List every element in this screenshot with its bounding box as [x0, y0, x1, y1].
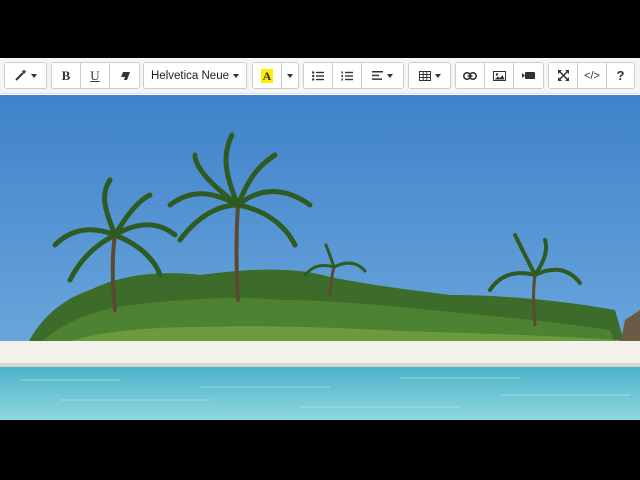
- chevron-down-icon: [232, 73, 239, 78]
- help-button[interactable]: ?: [607, 63, 634, 88]
- magic-wand-icon: [14, 69, 27, 82]
- insert-group: [455, 62, 544, 89]
- picture-icon: [492, 70, 506, 81]
- clear-format-button[interactable]: [110, 63, 139, 88]
- font-style-group: B U: [51, 62, 140, 89]
- fullscreen-button[interactable]: [549, 63, 578, 88]
- underline-label: U: [90, 67, 100, 83]
- ordered-list-button[interactable]: [333, 63, 362, 88]
- editor-toolbar: B U Helvetica Neue A </> ?: [0, 58, 640, 94]
- chevron-down-icon: [387, 73, 393, 78]
- rich-text-editor: B U Helvetica Neue A </> ?: [0, 58, 640, 420]
- color-group: A: [252, 62, 299, 89]
- water: [0, 367, 640, 420]
- highlight-label: A: [260, 68, 274, 83]
- chevron-down-icon: [31, 73, 37, 78]
- bold-button[interactable]: B: [52, 63, 81, 88]
- view-group: </> ?: [548, 62, 635, 89]
- unordered-list-button[interactable]: [304, 63, 333, 88]
- picture-button[interactable]: [485, 63, 514, 88]
- fullscreen-icon: [557, 70, 569, 81]
- color-dropdown-button[interactable]: [282, 63, 298, 88]
- video-button[interactable]: [514, 63, 543, 88]
- link-icon: [463, 71, 477, 80]
- codeview-button[interactable]: </>: [578, 63, 607, 88]
- codeview-label: </>: [584, 69, 600, 82]
- font-family-group: Helvetica Neue: [143, 62, 247, 89]
- chevron-down-icon: [287, 73, 293, 78]
- highlight-color-button[interactable]: A: [253, 63, 282, 88]
- table-group: [408, 62, 451, 89]
- font-family-dropdown[interactable]: Helvetica Neue: [144, 63, 246, 88]
- ordered-list-icon: [341, 71, 353, 81]
- style-dropdown-button[interactable]: [5, 63, 46, 88]
- video-frame: B U Helvetica Neue A </> ?: [0, 0, 640, 480]
- paragraph-group: [303, 62, 404, 89]
- align-dropdown-button[interactable]: [362, 63, 403, 88]
- help-label: ?: [616, 68, 625, 83]
- chevron-down-icon: [434, 73, 441, 78]
- video-icon: [522, 71, 535, 80]
- underline-button[interactable]: U: [81, 63, 110, 88]
- bold-label: B: [61, 67, 71, 83]
- eraser-icon: [119, 71, 131, 81]
- style-group: [4, 62, 47, 89]
- beach-photo: [0, 95, 640, 420]
- table-icon: [418, 70, 431, 81]
- align-left-icon: [372, 71, 383, 80]
- editor-content-image: [0, 95, 640, 420]
- unordered-list-icon: [312, 70, 324, 81]
- table-dropdown-button[interactable]: [409, 63, 450, 88]
- link-button[interactable]: [456, 63, 485, 88]
- font-family-label: Helvetica Neue: [151, 69, 229, 82]
